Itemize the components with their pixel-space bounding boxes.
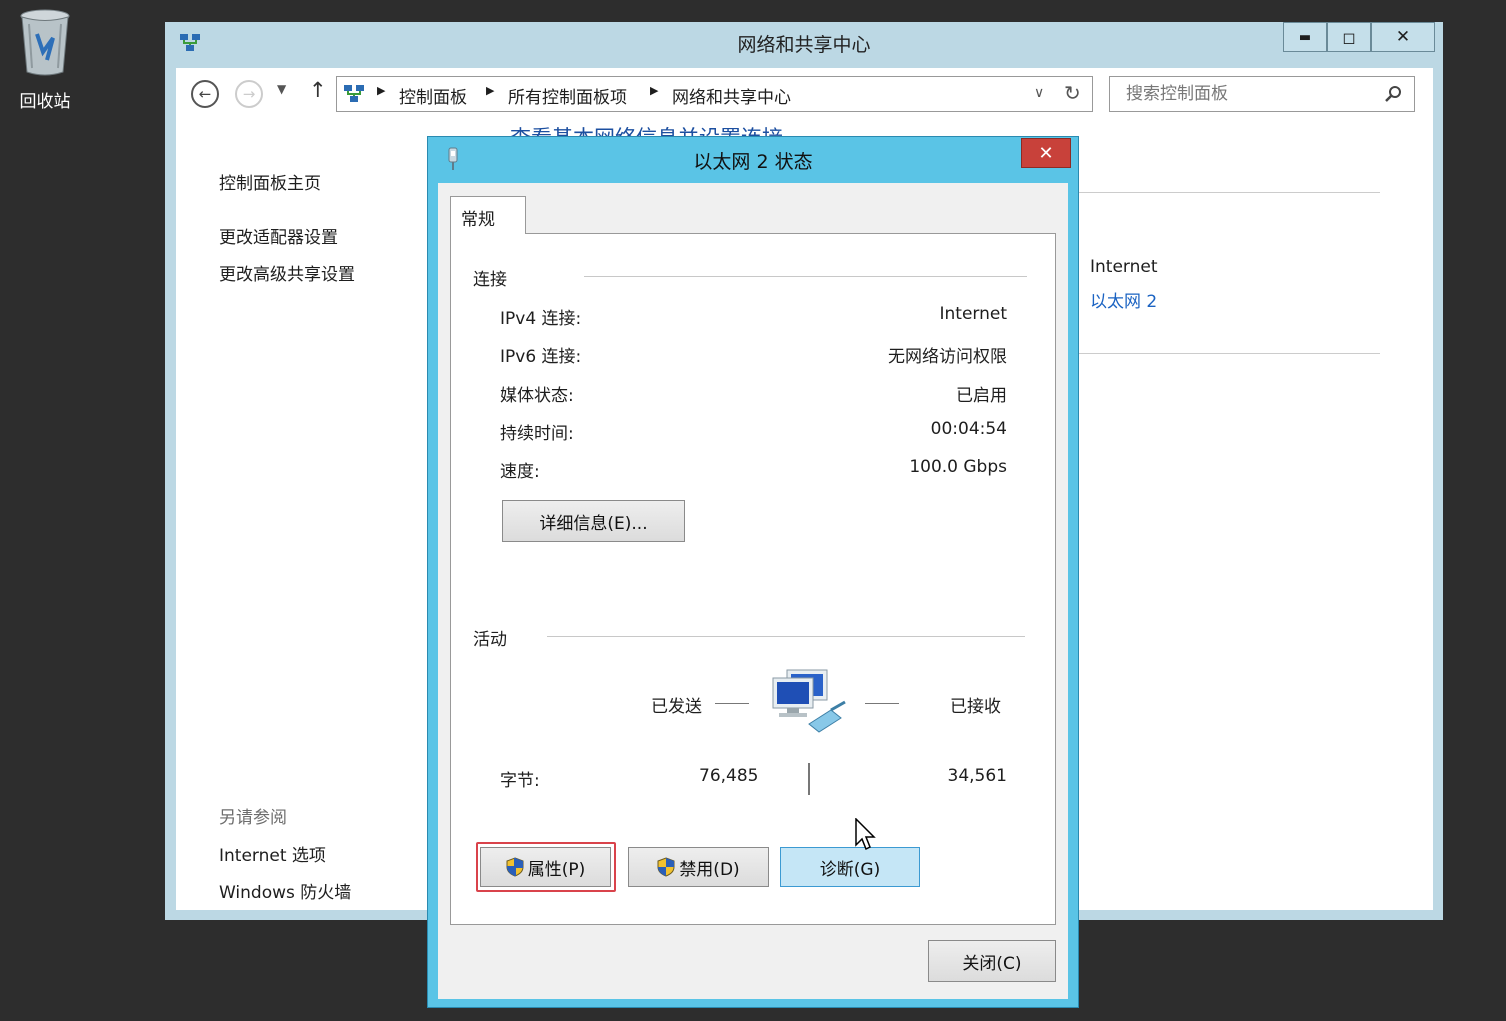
speed-label: 速度: [500, 462, 540, 482]
recycle-bin-icon [20, 9, 70, 76]
details-button[interactable]: 详细信息(E)... [502, 500, 685, 542]
sent-line [715, 703, 749, 704]
ipv4-label: IPv4 连接: [500, 309, 582, 329]
minimize-button[interactable]: ▬ [1283, 22, 1327, 52]
control-panel-icon [344, 85, 364, 102]
activity-group-label: 活动 [473, 630, 507, 650]
uac-shield-icon [506, 857, 524, 877]
group-divider [547, 636, 1025, 637]
connection-group-label: 连接 [473, 270, 507, 290]
media-state-value: 已启用 [956, 386, 1007, 406]
close-icon: ✕ [1038, 142, 1054, 164]
page-heading-clip: 查看基本网络信息并设置连接 [510, 122, 840, 136]
breadcrumb-all-items[interactable]: 所有控制面板项 [508, 83, 627, 108]
duration-label: 持续时间: [500, 424, 574, 444]
sidebar-item-advanced-sharing[interactable]: 更改高级共享设置 [219, 260, 355, 285]
window-close-button[interactable]: ✕ [1371, 22, 1435, 52]
disable-label: 禁用(D) [679, 859, 740, 880]
duration-value: 00:04:54 [930, 419, 1007, 439]
chevron-down-icon: ▼ [277, 82, 287, 96]
maximize-icon: ◻ [1342, 27, 1356, 47]
divider [1078, 192, 1380, 193]
see-also-label: 另请参阅 [219, 808, 287, 828]
search-icon[interactable] [1384, 85, 1402, 103]
media-state-label: 媒体状态: [500, 386, 574, 406]
sidebar-item-home[interactable]: 控制面板主页 [219, 169, 321, 194]
address-dropdown-icon[interactable]: ∨ [1034, 85, 1044, 101]
properties-button[interactable]: 属性(P) [480, 847, 611, 887]
minimize-icon: ▬ [1298, 29, 1312, 45]
ipv4-value: Internet [939, 304, 1007, 324]
recycle-bin-label: 回收站 [19, 92, 71, 112]
search-input[interactable] [1124, 83, 1378, 105]
forward-button[interactable]: → [235, 80, 263, 108]
bytes-sent-value: 76,485 [699, 766, 759, 786]
received-line [865, 703, 899, 704]
up-button[interactable]: ↑ [309, 78, 327, 102]
back-button[interactable]: ← [191, 80, 219, 108]
page-heading: 查看基本网络信息并设置连接 [510, 122, 840, 136]
search-box[interactable] [1109, 76, 1415, 112]
see-also-internet-options[interactable]: Internet 选项 [219, 841, 326, 866]
breadcrumb-separator-icon: ▶ [377, 84, 386, 97]
recycle-bin-desktop-icon[interactable]: 回收站 [8, 8, 82, 112]
group-divider [584, 276, 1027, 277]
diagnose-button[interactable]: 诊断(G) [780, 847, 920, 887]
uac-shield-icon [657, 857, 675, 877]
address-bar[interactable]: ▶ 控制面板 ▶ 所有控制面板项 ▶ 网络和共享中心 ∨ ↻ [336, 76, 1093, 112]
arrow-left-icon: ← [198, 85, 212, 103]
see-also-windows-firewall[interactable]: Windows 防火墙 [219, 878, 351, 903]
network-computers-icon [772, 669, 846, 733]
sent-label: 已发送 [651, 697, 702, 717]
received-label: 已接收 [950, 697, 1001, 717]
close-icon: ✕ [1395, 27, 1411, 47]
properties-label: 属性(P) [527, 859, 586, 880]
disable-button[interactable]: 禁用(D) [628, 847, 769, 887]
arrow-up-icon: ↑ [309, 78, 327, 102]
dialog-close-button[interactable]: ✕ [1021, 138, 1071, 168]
breadcrumb-separator-icon: ▶ [650, 84, 659, 97]
maximize-button[interactable]: ◻ [1327, 22, 1371, 52]
close-button[interactable]: 关闭(C) [928, 940, 1056, 982]
sidebar-item-adapter-settings[interactable]: 更改适配器设置 [219, 223, 338, 248]
access-type-value: Internet [1090, 257, 1158, 277]
connection-link[interactable]: 以太网 2 [1090, 287, 1157, 312]
breadcrumb-network-center[interactable]: 网络和共享中心 [672, 83, 791, 108]
breadcrumb-separator-icon: ▶ [486, 84, 495, 97]
tab-general[interactable]: 常规 [450, 196, 526, 234]
arrow-right-icon: → [242, 85, 256, 103]
dialog-title: 以太网 2 状态 [693, 151, 813, 173]
ipv6-label: IPv6 连接: [500, 347, 582, 367]
mouse-cursor-icon [855, 818, 876, 851]
divider [1078, 353, 1380, 354]
ipv6-value: 无网络访问权限 [888, 347, 1007, 367]
breadcrumb-control-panel[interactable]: 控制面板 [399, 83, 467, 108]
general-tab-panel: 连接 IPv4 连接: Internet IPv6 连接: 无网络访问权限 媒体… [450, 233, 1056, 925]
refresh-icon[interactable]: ↻ [1064, 81, 1081, 105]
bytes-received-value: 34,561 [947, 766, 1007, 786]
recent-pages-dropdown[interactable]: ▼ [277, 82, 286, 96]
bytes-label: 字节: [500, 771, 540, 791]
ethernet-status-dialog: 以太网 2 状态 ✕ 常规 连接 IPv4 连接: Internet IPv6 … [427, 136, 1079, 1008]
speed-value: 100.0 Gbps [909, 457, 1007, 477]
bytes-divider [808, 763, 810, 795]
dialog-body: 常规 连接 IPv4 连接: Internet IPv6 连接: 无网络访问权限… [438, 183, 1068, 999]
window-title: 网络和共享中心 [737, 34, 871, 56]
